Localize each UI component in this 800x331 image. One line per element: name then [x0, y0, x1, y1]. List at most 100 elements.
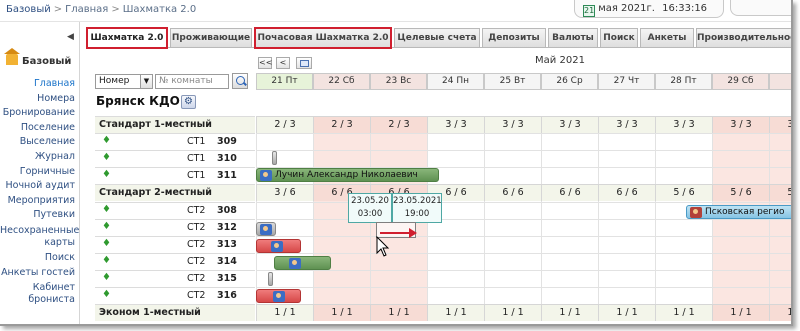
- lightbulb-icon: ♦: [102, 289, 111, 300]
- lightbulb-icon: ♦: [102, 152, 111, 164]
- sidebar-item[interactable]: Поиск: [0, 251, 78, 266]
- prev-page-button[interactable]: <: [276, 57, 290, 69]
- tab-bar: Шахматка 2.0 Проживающие Почасовая Шахматк…: [86, 28, 791, 48]
- occupancy-cell: 5 / 6: [712, 184, 769, 202]
- category-label: Эконом 1-местный: [99, 307, 201, 319]
- booking-bar-312[interactable]: [256, 222, 276, 236]
- day-header[interactable]: 28 Пт: [655, 73, 712, 90]
- tab[interactable]: Поиск: [600, 28, 638, 48]
- occupancy-cell: 1 / 1: [598, 304, 655, 322]
- sidebar-item[interactable]: Номера: [0, 92, 78, 107]
- day-header[interactable]: 26 Ср: [541, 73, 598, 90]
- booking-bar-311[interactable]: Лучин Александр Николаевич: [256, 168, 439, 182]
- room-number: 308: [217, 204, 237, 216]
- room-number: 313: [217, 238, 237, 250]
- breadcrumb-base[interactable]: Базовый: [6, 4, 51, 15]
- room-row[interactable]: ♦ СТ1 310: [95, 150, 255, 168]
- sidebar-item[interactable]: Путевки: [0, 208, 78, 223]
- booking-bar-313[interactable]: [256, 239, 301, 253]
- tab[interactable]: Анкеты: [640, 28, 694, 48]
- booking-bar-315[interactable]: [268, 272, 273, 286]
- tab[interactable]: Производительность: [696, 28, 791, 48]
- room-category-row: Стандарт 1-местный: [95, 116, 255, 133]
- room-type-code: СТ2: [187, 221, 206, 233]
- calendar-picker-button[interactable]: [296, 57, 312, 69]
- room-category-row: Эконом 1-местный: [95, 304, 255, 322]
- category-label: Стандарт 2-местный: [99, 187, 212, 199]
- tab[interactable]: Почасовая Шахматка 2.0: [254, 28, 392, 48]
- tab[interactable]: Целевые счета: [394, 28, 480, 48]
- grid-hline: [256, 150, 791, 152]
- sidebar-item[interactable]: Выселение: [0, 135, 78, 150]
- room-row[interactable]: ♦ СТ2 308: [95, 201, 255, 219]
- day-header[interactable]: 25 Вт: [484, 73, 541, 90]
- tab[interactable]: Шахматка 2.0: [86, 28, 168, 48]
- tab[interactable]: Депозиты: [482, 28, 546, 48]
- sidebar: ◀ Базовый Главная Номера Бронирование Посел…: [0, 22, 80, 324]
- room-row[interactable]: ♦ СТ2 312: [95, 218, 255, 236]
- sidebar-menu: Главная Номера Бронирование Поселение Выселе…: [0, 77, 79, 308]
- tooltip-end-time: 19:00: [404, 209, 430, 219]
- occupancy-cell: 6 / 6: [541, 184, 598, 202]
- day-header[interactable]: 23 Вс: [370, 73, 427, 90]
- day-header[interactable]: 29 Сб: [712, 73, 769, 90]
- sidebar-item[interactable]: Журнал: [0, 150, 78, 165]
- occupancy-cell: 3 / 3: [541, 116, 598, 133]
- occupancy-cell: 1 / 1: [712, 304, 769, 322]
- room-type-code: СТ2: [187, 238, 206, 250]
- day-header[interactable]: 21 Пт: [256, 73, 313, 90]
- tooltip-start-time: 03:00: [357, 209, 383, 219]
- occupancy-cell: 3 / 3: [484, 116, 541, 133]
- sidebar-item[interactable]: Несохраненные карты: [0, 223, 79, 251]
- room-number-input[interactable]: № комнаты: [155, 74, 229, 89]
- room-number: 316: [217, 290, 237, 301]
- tab[interactable]: Валюты: [548, 28, 598, 48]
- booking-bar-314[interactable]: [274, 256, 331, 270]
- sidebar-item[interactable]: Кабинет брониста: [0, 280, 78, 308]
- occupancy-cell: 3 / 3: [655, 116, 712, 133]
- sidebar-item[interactable]: Поселение: [0, 121, 78, 136]
- sidebar-item[interactable]: Ночной аудит: [0, 179, 78, 194]
- gear-icon[interactable]: ⚙: [181, 95, 196, 109]
- search-icon[interactable]: [232, 73, 248, 89]
- room-row[interactable]: ♦ СТ1 309: [95, 133, 255, 151]
- sidebar-title: Базовый: [22, 56, 72, 67]
- occupancy-cell: 3 / 3: [769, 116, 791, 133]
- booking-guest-name: Псковская регио: [705, 207, 785, 217]
- chevron-down-icon[interactable]: ▼: [140, 75, 152, 88]
- sidebar-item[interactable]: Мероприятия: [0, 194, 78, 209]
- day-header[interactable]: 27 Чт: [598, 73, 655, 90]
- first-page-button[interactable]: <<: [258, 57, 272, 69]
- grid-hline: [256, 252, 791, 254]
- day-header[interactable]: 30: [769, 73, 791, 90]
- sidebar-item[interactable]: Главная: [0, 77, 78, 92]
- drag-start-tooltip: 23.05.20 03:00: [348, 193, 392, 223]
- lightbulb-icon: ♦: [102, 237, 111, 249]
- room-row[interactable]: ♦ СТ2 316: [95, 287, 255, 304]
- tab[interactable]: Проживающие: [170, 28, 252, 48]
- booking-bar-316[interactable]: [256, 289, 301, 303]
- occupancy-cell: 1 / 1: [655, 304, 712, 322]
- sidebar-item[interactable]: Горничные: [0, 165, 78, 180]
- calendar-icon: 21: [583, 5, 595, 17]
- sidebar-item[interactable]: Бронирование: [0, 106, 78, 121]
- breadcrumb-home[interactable]: Главная: [65, 4, 108, 15]
- booking-bar-308[interactable]: Псковская регио: [686, 205, 791, 219]
- lightbulb-icon: ♦: [102, 135, 111, 147]
- room-row[interactable]: ♦ СТ2 313: [95, 235, 255, 253]
- sidebar-item[interactable]: Анкеты гостей: [0, 266, 78, 281]
- filter-type-select[interactable]: Номер ▼: [95, 74, 153, 89]
- day-header[interactable]: 24 Пн: [427, 73, 484, 90]
- room-type-code: СТ2: [187, 272, 206, 284]
- calendar-small-icon: [299, 60, 309, 67]
- tooltip-end-date: 23.05.2021: [393, 196, 442, 206]
- user-panel[interactable]: [730, 0, 791, 16]
- room-row[interactable]: ♦ СТ1 311: [95, 167, 255, 185]
- room-row[interactable]: ♦ СТ2 315: [95, 269, 255, 287]
- occupancy-cell: 3 / 6: [256, 184, 313, 202]
- booking-bar-310[interactable]: [272, 151, 277, 165]
- grid-hline: [256, 201, 791, 203]
- collapse-sidebar-icon[interactable]: ◀: [67, 32, 74, 42]
- day-header[interactable]: 22 Сб: [313, 73, 370, 90]
- room-row[interactable]: ♦ СТ2 314: [95, 252, 255, 270]
